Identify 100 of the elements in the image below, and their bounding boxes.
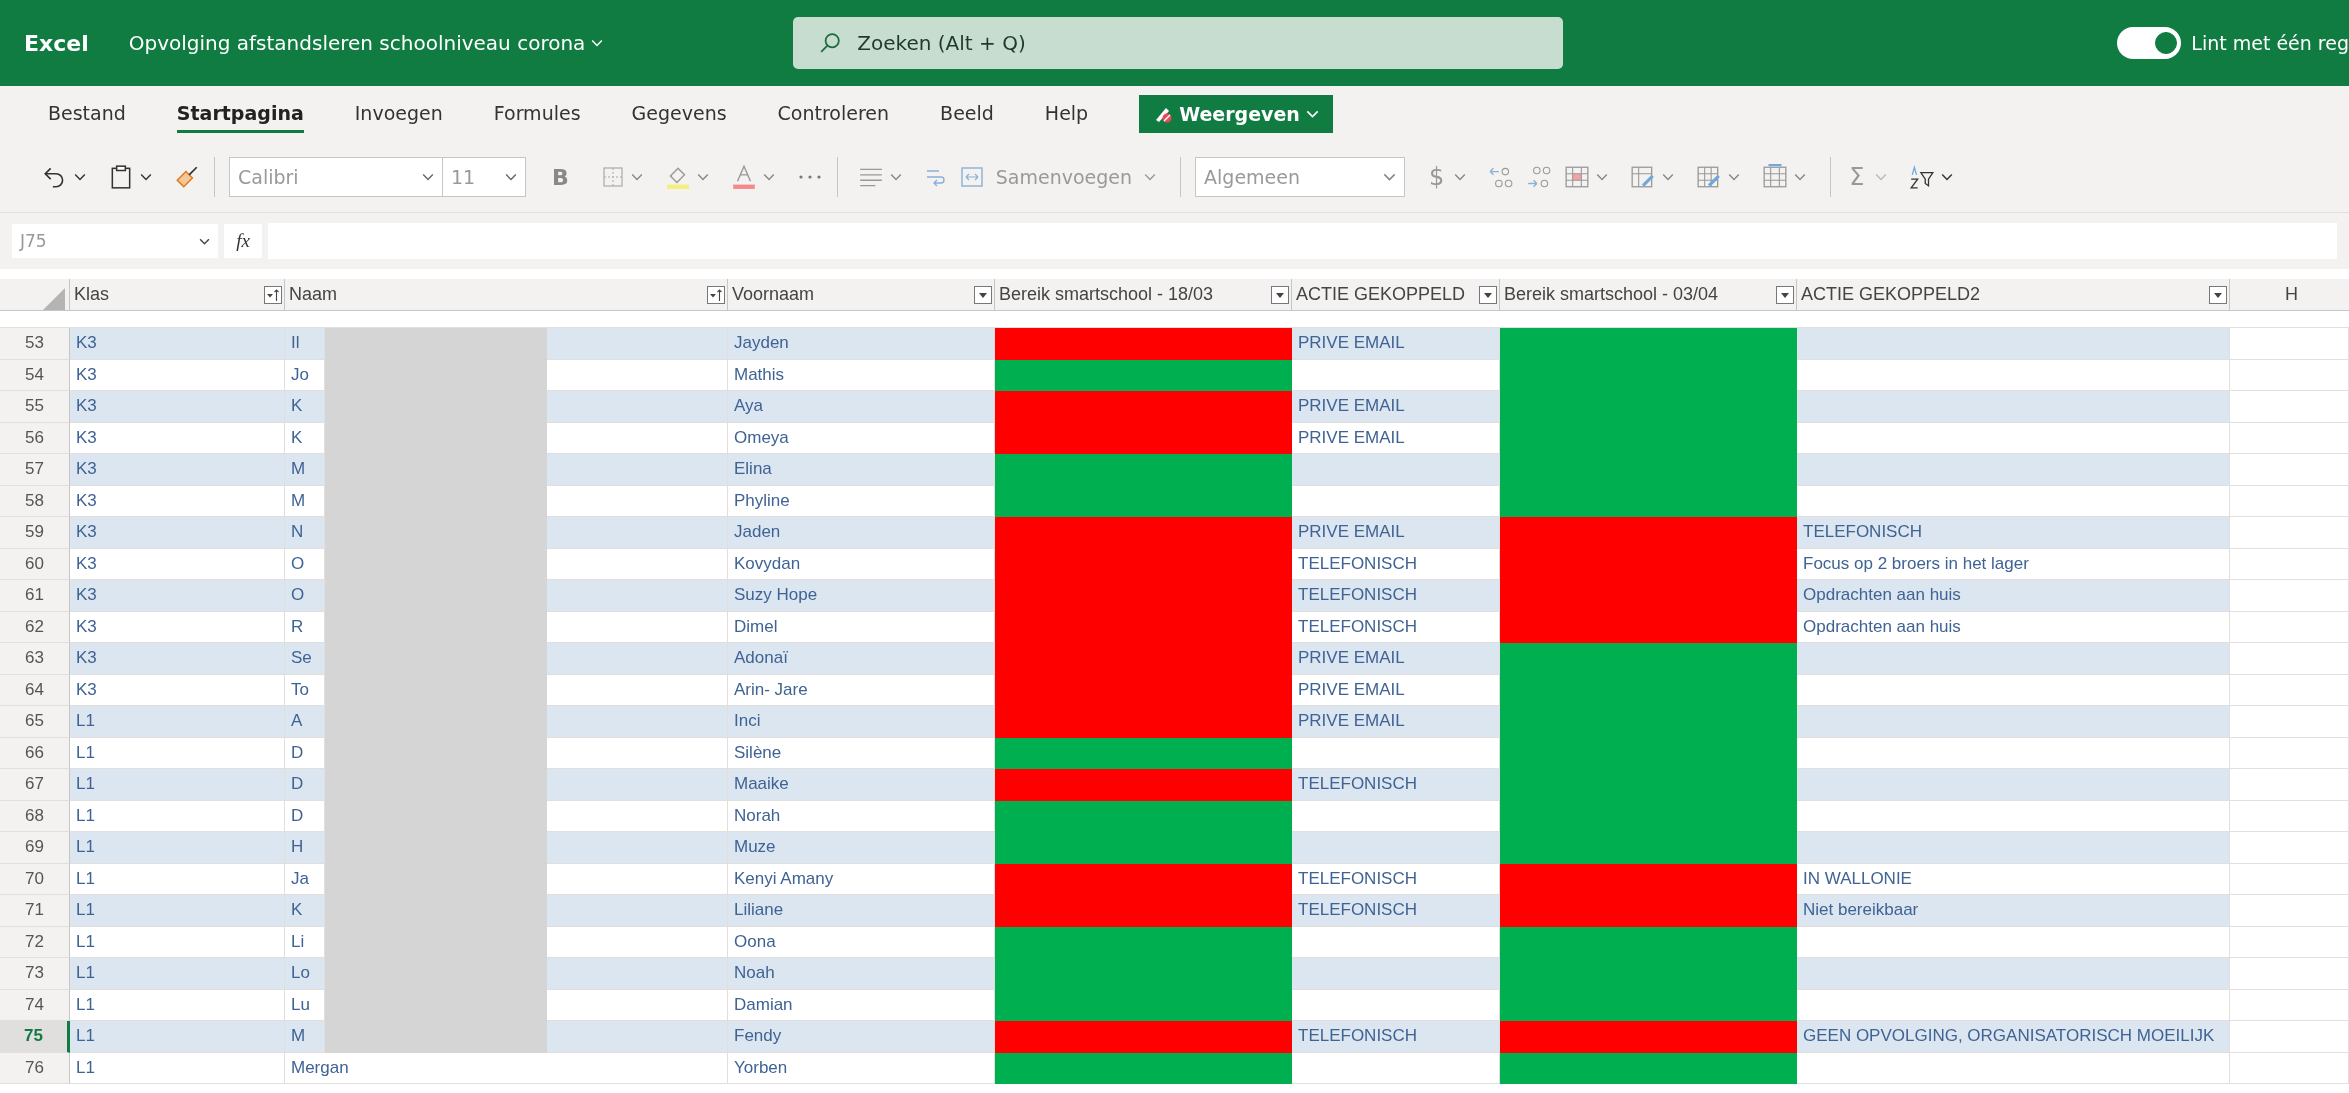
table-cell: L1: [70, 958, 285, 990]
table-cell: Elina: [728, 454, 995, 486]
row-number[interactable]: 61: [0, 580, 70, 612]
row-number[interactable]: 75: [0, 1021, 70, 1053]
column-header: ACTIE GEKOPPELD2: [1801, 284, 1981, 305]
row-number[interactable]: 74: [0, 989, 70, 1021]
ribbon-tab[interactable]: Invoegen: [354, 95, 443, 133]
row-number[interactable]: 62: [0, 611, 70, 643]
decrease-decimal-icon[interactable]: [1526, 164, 1553, 190]
row-number[interactable]: 69: [0, 832, 70, 864]
caret-icon[interactable]: [422, 173, 434, 181]
column-header: Bereik smartschool - 03/04: [1504, 284, 1719, 305]
row-number[interactable]: 70: [0, 863, 70, 895]
table-cell: L1: [70, 832, 285, 864]
ribbon-tab[interactable]: Startpagina: [176, 95, 304, 133]
table-cell: M: [285, 1021, 325, 1053]
row-number[interactable]: 68: [0, 800, 70, 832]
table-cell: PRIVE EMAIL: [1292, 391, 1500, 423]
table-cell: TELEFONISCH: [1292, 895, 1500, 927]
table-cell: K3: [70, 391, 285, 423]
table-cell: Niet bereikbaar: [1797, 895, 2230, 927]
ribbon-tab[interactable]: Gegevens: [631, 95, 727, 133]
row-number[interactable]: 71: [0, 895, 70, 927]
table-cell: Aya: [728, 391, 995, 423]
table-cell: PRIVE EMAIL: [1292, 706, 1500, 738]
row-number[interactable]: 58: [0, 485, 70, 517]
table-cell: L1: [70, 1052, 285, 1084]
table-cell: L1: [70, 895, 285, 927]
caret-icon[interactable]: [1940, 173, 1953, 181]
borders-icon[interactable]: [600, 165, 625, 189]
row-number[interactable]: 59: [0, 517, 70, 549]
row-number[interactable]: 76: [0, 1052, 70, 1084]
sort-filter-button-icon[interactable]: [707, 285, 725, 304]
row-number[interactable]: 65: [0, 706, 70, 738]
filter-dropdown-icon[interactable]: [1479, 285, 1497, 304]
column-header: Bereik smartschool - 18/03: [999, 284, 1214, 305]
table-cell: TELEFONISCH: [1292, 769, 1500, 801]
table-cell: Suzy Hope: [728, 580, 995, 612]
insert-function-button[interactable]: fx: [224, 224, 262, 258]
table-cell: Noah: [728, 958, 995, 990]
row-number[interactable]: 54: [0, 359, 70, 391]
sort-filter-icon[interactable]: [1908, 164, 1935, 190]
ribbon-tab[interactable]: Help: [1044, 95, 1089, 133]
paintbrush-icon[interactable]: [174, 164, 200, 190]
column-header: ACTIE GEKOPPELD: [1296, 284, 1466, 305]
table-cell: Inci: [728, 706, 995, 738]
caret-icon[interactable]: [74, 173, 86, 181]
document-title[interactable]: Opvolging afstandsleren schoolniveau corona: [128, 31, 586, 55]
row-number[interactable]: 60: [0, 548, 70, 580]
table-cell: Liliane: [728, 895, 995, 927]
table-cell: H: [285, 832, 325, 864]
row-number[interactable]: 67: [0, 769, 70, 801]
app-name[interactable]: Excel: [24, 30, 89, 56]
row-number[interactable]: 63: [0, 643, 70, 675]
table-cell: TELEFONISCH: [1292, 580, 1500, 612]
sort-filter-button-icon[interactable]: [264, 285, 282, 304]
row-number[interactable]: 64: [0, 674, 70, 706]
conditional-format-icon[interactable]: [1564, 164, 1591, 190]
font-color-icon[interactable]: [730, 164, 757, 190]
caret-icon[interactable]: [140, 173, 152, 181]
table-cell: Jaden: [728, 517, 995, 549]
caret-icon[interactable]: [505, 173, 517, 181]
toggle-label: Lint met één reg: [2191, 32, 2349, 54]
filter-dropdown-icon[interactable]: [974, 285, 992, 304]
ribbon-tab[interactable]: Formules: [493, 95, 581, 133]
row-number[interactable]: 55: [0, 391, 70, 423]
merge-icon[interactable]: [959, 165, 984, 189]
filter-dropdown-icon[interactable]: [2209, 285, 2227, 304]
toggle-switch[interactable]: [2117, 27, 2182, 59]
search-field[interactable]: Zoeken (Alt + Q): [793, 17, 1564, 69]
caret-icon[interactable]: [199, 237, 210, 245]
table-cell: Adonaï: [728, 643, 995, 675]
table-cell: Maaike: [728, 769, 995, 801]
row-number[interactable]: 56: [0, 422, 70, 454]
row-number[interactable]: 66: [0, 737, 70, 769]
table-cell: O: [285, 580, 325, 612]
insert-cells-icon[interactable]: [1762, 164, 1789, 190]
ribbon-tab[interactable]: Controleren: [777, 95, 890, 133]
filter-dropdown-icon[interactable]: [1776, 285, 1794, 304]
table-cell: Yorben: [728, 1052, 995, 1084]
table-cell: TELEFONISCH: [1292, 1021, 1500, 1053]
row-number[interactable]: 73: [0, 958, 70, 990]
table-cell: M: [285, 454, 325, 486]
table-cell: Fendy: [728, 1021, 995, 1053]
column-letter[interactable]: H: [2285, 284, 2298, 305]
search-icon: [819, 32, 842, 54]
table-cell: Opdrachten aan huis: [1797, 580, 2230, 612]
row-number[interactable]: 57: [0, 454, 70, 486]
select-all-icon[interactable]: [43, 288, 65, 310]
table-cell: K3: [70, 580, 285, 612]
ribbon-tab[interactable]: Beeld: [940, 95, 994, 133]
table-cell: Jayden: [728, 328, 995, 360]
table-cell: K3: [70, 328, 285, 360]
filter-dropdown-icon[interactable]: [1271, 285, 1289, 304]
table-cell: N: [285, 517, 325, 549]
table-cell: PRIVE EMAIL: [1292, 517, 1500, 549]
ribbon-tab[interactable]: Bestand: [48, 95, 126, 133]
row-number[interactable]: 72: [0, 926, 70, 958]
row-number[interactable]: 53: [0, 328, 70, 360]
table-cell: L1: [70, 1021, 285, 1053]
